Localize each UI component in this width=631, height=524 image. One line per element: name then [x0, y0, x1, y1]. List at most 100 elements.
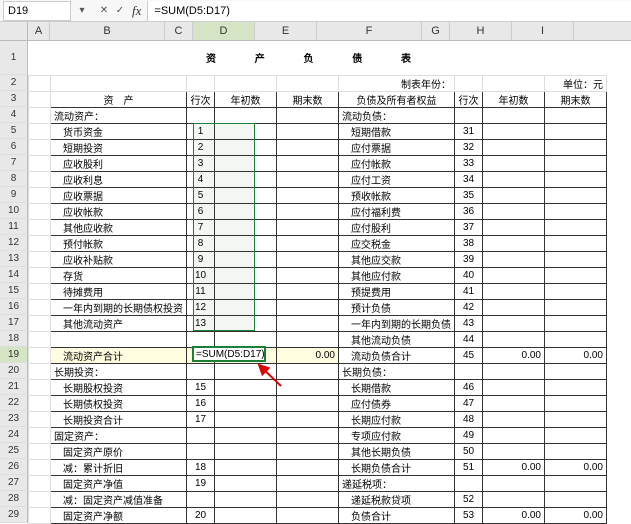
liab-name[interactable]: 长期负债： — [339, 363, 455, 379]
row-header-27[interactable]: 27 — [0, 475, 28, 491]
begin-val[interactable] — [215, 123, 277, 139]
unit-label[interactable]: 单位：元 — [545, 75, 607, 91]
begin-val[interactable] — [215, 443, 277, 459]
row-header-21[interactable]: 21 — [0, 379, 28, 395]
end-val2[interactable] — [545, 395, 607, 411]
column-header-B[interactable]: B — [50, 22, 165, 40]
end-val[interactable] — [277, 155, 339, 171]
begin-val2[interactable] — [483, 299, 545, 315]
end-val[interactable] — [277, 395, 339, 411]
end-val2[interactable] — [545, 331, 607, 347]
end-val[interactable] — [277, 427, 339, 443]
cell[interactable] — [51, 75, 187, 91]
column-header-A[interactable]: A — [28, 22, 50, 40]
row-header-13[interactable]: 13 — [0, 251, 28, 267]
fx-icon[interactable]: fx — [128, 3, 145, 19]
cell[interactable] — [29, 299, 51, 315]
asset-name[interactable]: 流动资产： — [51, 107, 187, 123]
hdr-seq[interactable]: 行次 — [187, 91, 215, 107]
begin-val[interactable] — [215, 315, 277, 331]
begin-val[interactable] — [215, 459, 277, 475]
liab-name[interactable]: 长期借款 — [339, 379, 455, 395]
end-val[interactable] — [277, 331, 339, 347]
asset-name[interactable]: 应收利息 — [51, 171, 187, 187]
hdr-end2[interactable]: 期末数 — [545, 91, 607, 107]
seq2[interactable]: 48 — [455, 411, 483, 427]
begin-val2[interactable] — [483, 443, 545, 459]
cell[interactable] — [29, 443, 51, 459]
end-val[interactable] — [277, 187, 339, 203]
cell[interactable] — [29, 203, 51, 219]
seq[interactable] — [187, 331, 215, 347]
liab-name[interactable]: 预提费用 — [339, 283, 455, 299]
begin-val[interactable] — [215, 171, 277, 187]
asset-name[interactable]: 减：累计折旧 — [51, 459, 187, 475]
end-val[interactable] — [277, 363, 339, 379]
row-header-28[interactable]: 28 — [0, 491, 28, 507]
asset-name[interactable]: 固定资产原价 — [51, 443, 187, 459]
hdr-begin2[interactable]: 年初数 — [483, 91, 545, 107]
seq2[interactable] — [455, 363, 483, 379]
sheet-area[interactable]: 资 产 负 债 表制表年份：单位：元资 产行次年初数期末数负债及所有者权益行次年… — [28, 41, 607, 524]
asset-name[interactable]: 应收股利 — [51, 155, 187, 171]
seq[interactable]: 16 — [187, 395, 215, 411]
liab-name[interactable]: 流动负债： — [339, 107, 455, 123]
liab-name[interactable]: 其他应交款 — [339, 251, 455, 267]
begin-val2[interactable]: 0.00 — [483, 347, 545, 363]
liab-name[interactable]: 应交税金 — [339, 235, 455, 251]
row-header-9[interactable]: 9 — [0, 187, 28, 203]
liab-name[interactable]: 应付福利费 — [339, 203, 455, 219]
end-val2[interactable] — [545, 139, 607, 155]
begin-val[interactable] — [215, 267, 277, 283]
column-header-G[interactable]: G — [422, 22, 450, 40]
seq[interactable]: 15 — [187, 379, 215, 395]
row-header-7[interactable]: 7 — [0, 155, 28, 171]
cell[interactable] — [29, 411, 51, 427]
end-val[interactable]: 0.00 — [277, 347, 339, 363]
row-header-14[interactable]: 14 — [0, 267, 28, 283]
column-header-F[interactable]: F — [317, 22, 422, 40]
end-val2[interactable] — [545, 219, 607, 235]
seq2[interactable]: 31 — [455, 123, 483, 139]
hdr-liab[interactable]: 负债及所有者权益 — [339, 91, 455, 107]
end-val[interactable] — [277, 171, 339, 187]
row-header-29[interactable]: 29 — [0, 507, 28, 523]
cell[interactable] — [29, 507, 51, 523]
row-header-15[interactable]: 15 — [0, 283, 28, 299]
begin-val[interactable] — [215, 347, 277, 363]
end-val2[interactable] — [545, 107, 607, 123]
name-box[interactable] — [3, 1, 71, 21]
end-val2[interactable] — [545, 491, 607, 507]
asset-name[interactable]: 货币资金 — [51, 123, 187, 139]
cell[interactable] — [277, 75, 339, 91]
seq[interactable]: 1 — [187, 123, 215, 139]
seq2[interactable]: 33 — [455, 155, 483, 171]
seq2[interactable]: 37 — [455, 219, 483, 235]
liab-name[interactable]: 专项应付款 — [339, 427, 455, 443]
seq[interactable] — [187, 491, 215, 507]
seq2[interactable]: 42 — [455, 299, 483, 315]
asset-name[interactable]: 预付帐款 — [51, 235, 187, 251]
hdr-seq2[interactable]: 行次 — [455, 91, 483, 107]
begin-val2[interactable] — [483, 235, 545, 251]
end-val2[interactable] — [545, 235, 607, 251]
cell[interactable] — [29, 475, 51, 491]
liab-name[interactable]: 应付票据 — [339, 139, 455, 155]
asset-name[interactable]: 应收补贴款 — [51, 251, 187, 267]
seq[interactable]: 17 — [187, 411, 215, 427]
begin-val[interactable] — [215, 107, 277, 123]
seq[interactable]: 20 — [187, 507, 215, 523]
begin-val2[interactable] — [483, 139, 545, 155]
end-val[interactable] — [277, 139, 339, 155]
liab-name[interactable]: 递延税款贷项 — [339, 491, 455, 507]
row-header-16[interactable]: 16 — [0, 299, 28, 315]
seq2[interactable]: 34 — [455, 171, 483, 187]
seq[interactable]: 14 — [187, 347, 215, 363]
end-val[interactable] — [277, 315, 339, 331]
column-header-I[interactable]: I — [512, 22, 574, 40]
begin-val[interactable] — [215, 507, 277, 523]
end-val2[interactable] — [545, 363, 607, 379]
cell[interactable] — [29, 75, 51, 91]
begin-val2[interactable] — [483, 411, 545, 427]
begin-val[interactable] — [215, 363, 277, 379]
